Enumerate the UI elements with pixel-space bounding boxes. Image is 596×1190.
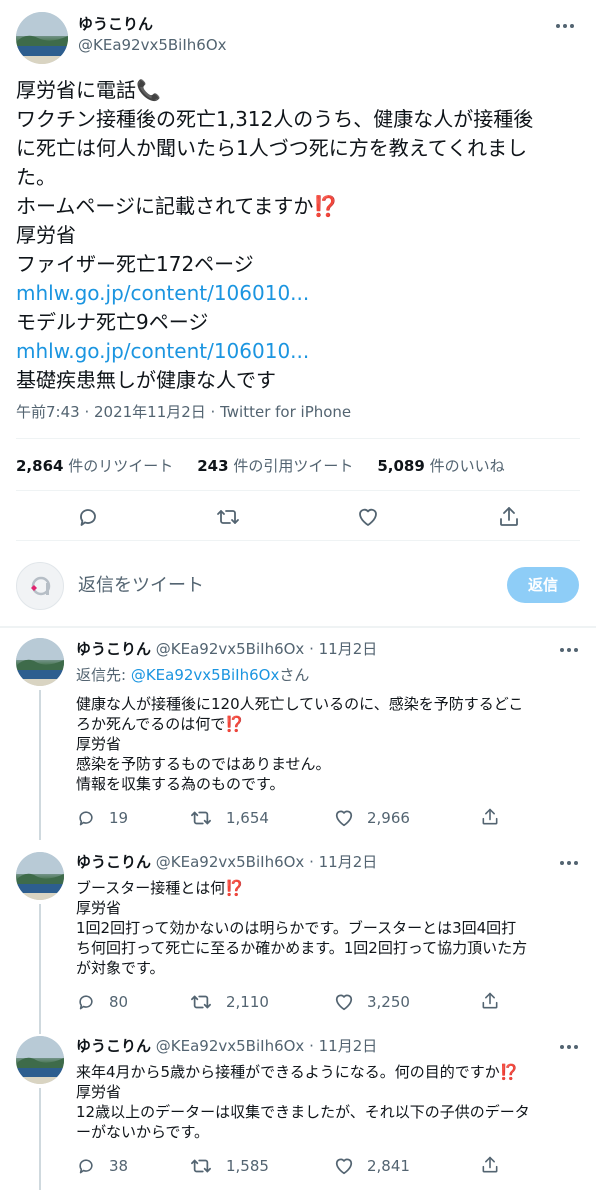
more-options-icon[interactable] xyxy=(560,648,578,652)
tweet-stats: 2,864 件のリツイート 243 件の引用ツイート 5,089 件のいいね xyxy=(16,456,505,476)
reply-body: 健康な人が接種後に120人死亡しているのに、感染を予防するどこ ろか死んでるのは… xyxy=(76,694,581,794)
reply-avatar[interactable] xyxy=(16,638,64,686)
retweet-count: 1,654 xyxy=(226,809,269,827)
likes-stat[interactable]: 5,089 件のいいね xyxy=(377,457,504,475)
like-count: 2,966 xyxy=(367,809,410,827)
reply-line: 感染を予防するものではありません。 xyxy=(76,755,331,773)
share-icon[interactable] xyxy=(480,991,500,1015)
tweet-timestamp[interactable]: 午前7:43 · 2021年11月2日 · Twitter for iPhone xyxy=(16,402,351,422)
reply-count: 19 xyxy=(109,809,129,827)
reply-display-name[interactable]: ゆうこりん xyxy=(76,640,151,658)
reply-display-name[interactable]: ゆうこりん xyxy=(76,853,151,871)
tweet-line: モデルナ死亡9ページ xyxy=(16,310,209,334)
reply-handle-date[interactable]: @KEa92vx5BiIh6Ox · 11月2日 xyxy=(156,640,377,658)
reply-header: ゆうこりん @KEa92vx5BiIh6Ox · 11月2日 xyxy=(76,852,377,872)
reply-icon[interactable] xyxy=(76,505,100,529)
retweets-label: 件のリツイート xyxy=(68,457,174,475)
reply-header: ゆうこりん @KEa92vx5BiIh6Ox · 11月2日 xyxy=(76,1036,377,1056)
reply-count: 38 xyxy=(109,1157,129,1175)
tweet-line: 基礎疾患無しが健康な人です xyxy=(16,368,276,392)
reply-avatar[interactable] xyxy=(16,852,64,900)
share-icon[interactable] xyxy=(497,505,521,529)
reply-line: ろか死んでるのは何で⁉️ xyxy=(76,715,244,733)
likes-count: 5,089 xyxy=(377,457,425,475)
reply-body: ブースター接種とは何⁉️ 厚労省 1回2回打って効かないのは明らかです。ブースタ… xyxy=(76,878,581,978)
reply-icon[interactable] xyxy=(76,992,96,1016)
like-icon[interactable] xyxy=(333,992,355,1016)
author-display-name[interactable]: ゆうこりん xyxy=(78,14,153,34)
like-count: 2,841 xyxy=(367,1157,410,1175)
tweet-line: に死亡は何人か聞いたら1人づつ死に方を教えてくれまし xyxy=(16,136,528,160)
retweet-icon[interactable] xyxy=(190,992,212,1016)
divider xyxy=(16,490,580,491)
reply-handle-date[interactable]: @KEa92vx5BiIh6Ox · 11月2日 xyxy=(156,1037,377,1055)
share-icon[interactable] xyxy=(480,1155,500,1179)
reply-line: 12歳以上のデーターは収集できましたが、それ以下の子供のデータ xyxy=(76,1103,530,1121)
thread-connector xyxy=(39,690,41,840)
retweet-icon[interactable] xyxy=(190,808,212,832)
reply-handle-date[interactable]: @KEa92vx5BiIh6Ox · 11月2日 xyxy=(156,853,377,871)
reply-line: 厚労省 xyxy=(76,899,122,917)
reply-icon[interactable] xyxy=(76,808,96,832)
quotes-stat[interactable]: 243 件の引用ツイート xyxy=(197,457,353,475)
thread-connector xyxy=(39,904,41,1034)
like-icon[interactable] xyxy=(356,505,380,529)
reply-line: が対象です。 xyxy=(76,959,165,977)
author-handle[interactable]: @KEa92vx5BiIh6Ox xyxy=(78,35,227,55)
quotes-label: 件の引用ツイート xyxy=(233,457,354,475)
compose-avatar xyxy=(16,562,64,610)
more-options-icon[interactable] xyxy=(560,1045,578,1049)
reply-count: 80 xyxy=(109,993,129,1011)
like-icon[interactable] xyxy=(333,1156,355,1180)
retweet-icon[interactable] xyxy=(190,1156,212,1180)
retweet-icon[interactable] xyxy=(216,505,240,529)
retweet-count: 2,110 xyxy=(226,993,269,1011)
tweet-line: た。 xyxy=(16,165,56,189)
replying-to: 返信先: @KEa92vx5BiIh6Oxさん xyxy=(76,665,309,685)
reply-icon[interactable] xyxy=(76,1156,96,1180)
reply-line: 1回2回打って効かないのは明らかです。ブースターとは3回4回打 xyxy=(76,919,517,937)
replying-to-label: 返信先: xyxy=(76,666,131,684)
reply-line: 厚労省 xyxy=(76,735,122,753)
tweet-line: ホームページに記載されてますか⁉️ xyxy=(16,194,339,218)
reply-line: ーがないからです。 xyxy=(76,1123,210,1141)
thread-connector xyxy=(39,1088,41,1190)
reply-submit-button[interactable]: 返信 xyxy=(507,567,579,603)
tweet-link-pfizer[interactable]: mhlw.go.jp/content/106010... xyxy=(16,279,581,308)
tweet-line: 厚労省に電話📞 xyxy=(16,78,161,102)
retweets-count: 2,864 xyxy=(16,457,64,475)
reply-avatar[interactable] xyxy=(16,1036,64,1084)
tweet-line: 厚労省 xyxy=(16,223,76,247)
reply-line: 厚労省 xyxy=(76,1083,122,1101)
reply-header: ゆうこりん @KEa92vx5BiIh6Ox · 11月2日 xyxy=(76,639,377,659)
more-options-icon[interactable] xyxy=(560,861,578,865)
quotes-count: 243 xyxy=(197,457,229,475)
like-icon[interactable] xyxy=(333,808,355,832)
replying-to-handle[interactable]: @KEa92vx5BiIh6Ox xyxy=(131,666,280,684)
reply-body: 来年4月から5歳から接種ができるようになる。何の目的ですか⁉️ 厚労省 12歳以… xyxy=(76,1062,581,1142)
author-avatar[interactable] xyxy=(16,12,68,64)
tweet-body: 厚労省に電話📞 ワクチン接種後の死亡1,312人のうち、健康な人が接種後 に死亡… xyxy=(16,76,581,395)
reply-line: ブースター接種とは何⁉️ xyxy=(76,879,244,897)
retweets-stat[interactable]: 2,864 件のリツイート xyxy=(16,457,173,475)
likes-label: 件のいいね xyxy=(429,457,505,475)
reply-line: ち何回打って死亡に至るか確かめます。1回2回打って協力頂いた方 xyxy=(76,939,528,957)
replying-to-suffix: さん xyxy=(279,666,310,684)
divider xyxy=(16,540,580,541)
reply-compose-input[interactable]: 返信をツイート xyxy=(78,574,204,598)
tweet-link-moderna[interactable]: mhlw.go.jp/content/106010... xyxy=(16,337,581,366)
tweet-line: ファイザー死亡172ページ xyxy=(16,252,254,276)
retweet-count: 1,585 xyxy=(226,1157,269,1175)
reply-line: 健康な人が接種後に120人死亡しているのに、感染を予防するどこ xyxy=(76,695,524,713)
divider xyxy=(0,626,596,628)
share-icon[interactable] xyxy=(480,807,500,831)
more-options-icon[interactable] xyxy=(556,24,574,28)
like-count: 3,250 xyxy=(367,993,410,1011)
divider xyxy=(16,438,580,439)
reply-line: 情報を収集する為のものです。 xyxy=(76,775,285,793)
tweet-line: ワクチン接種後の死亡1,312人のうち、健康な人が接種後 xyxy=(16,107,534,131)
reply-line: 来年4月から5歳から接種ができるようになる。何の目的ですか⁉️ xyxy=(76,1063,519,1081)
reply-display-name[interactable]: ゆうこりん xyxy=(76,1037,151,1055)
